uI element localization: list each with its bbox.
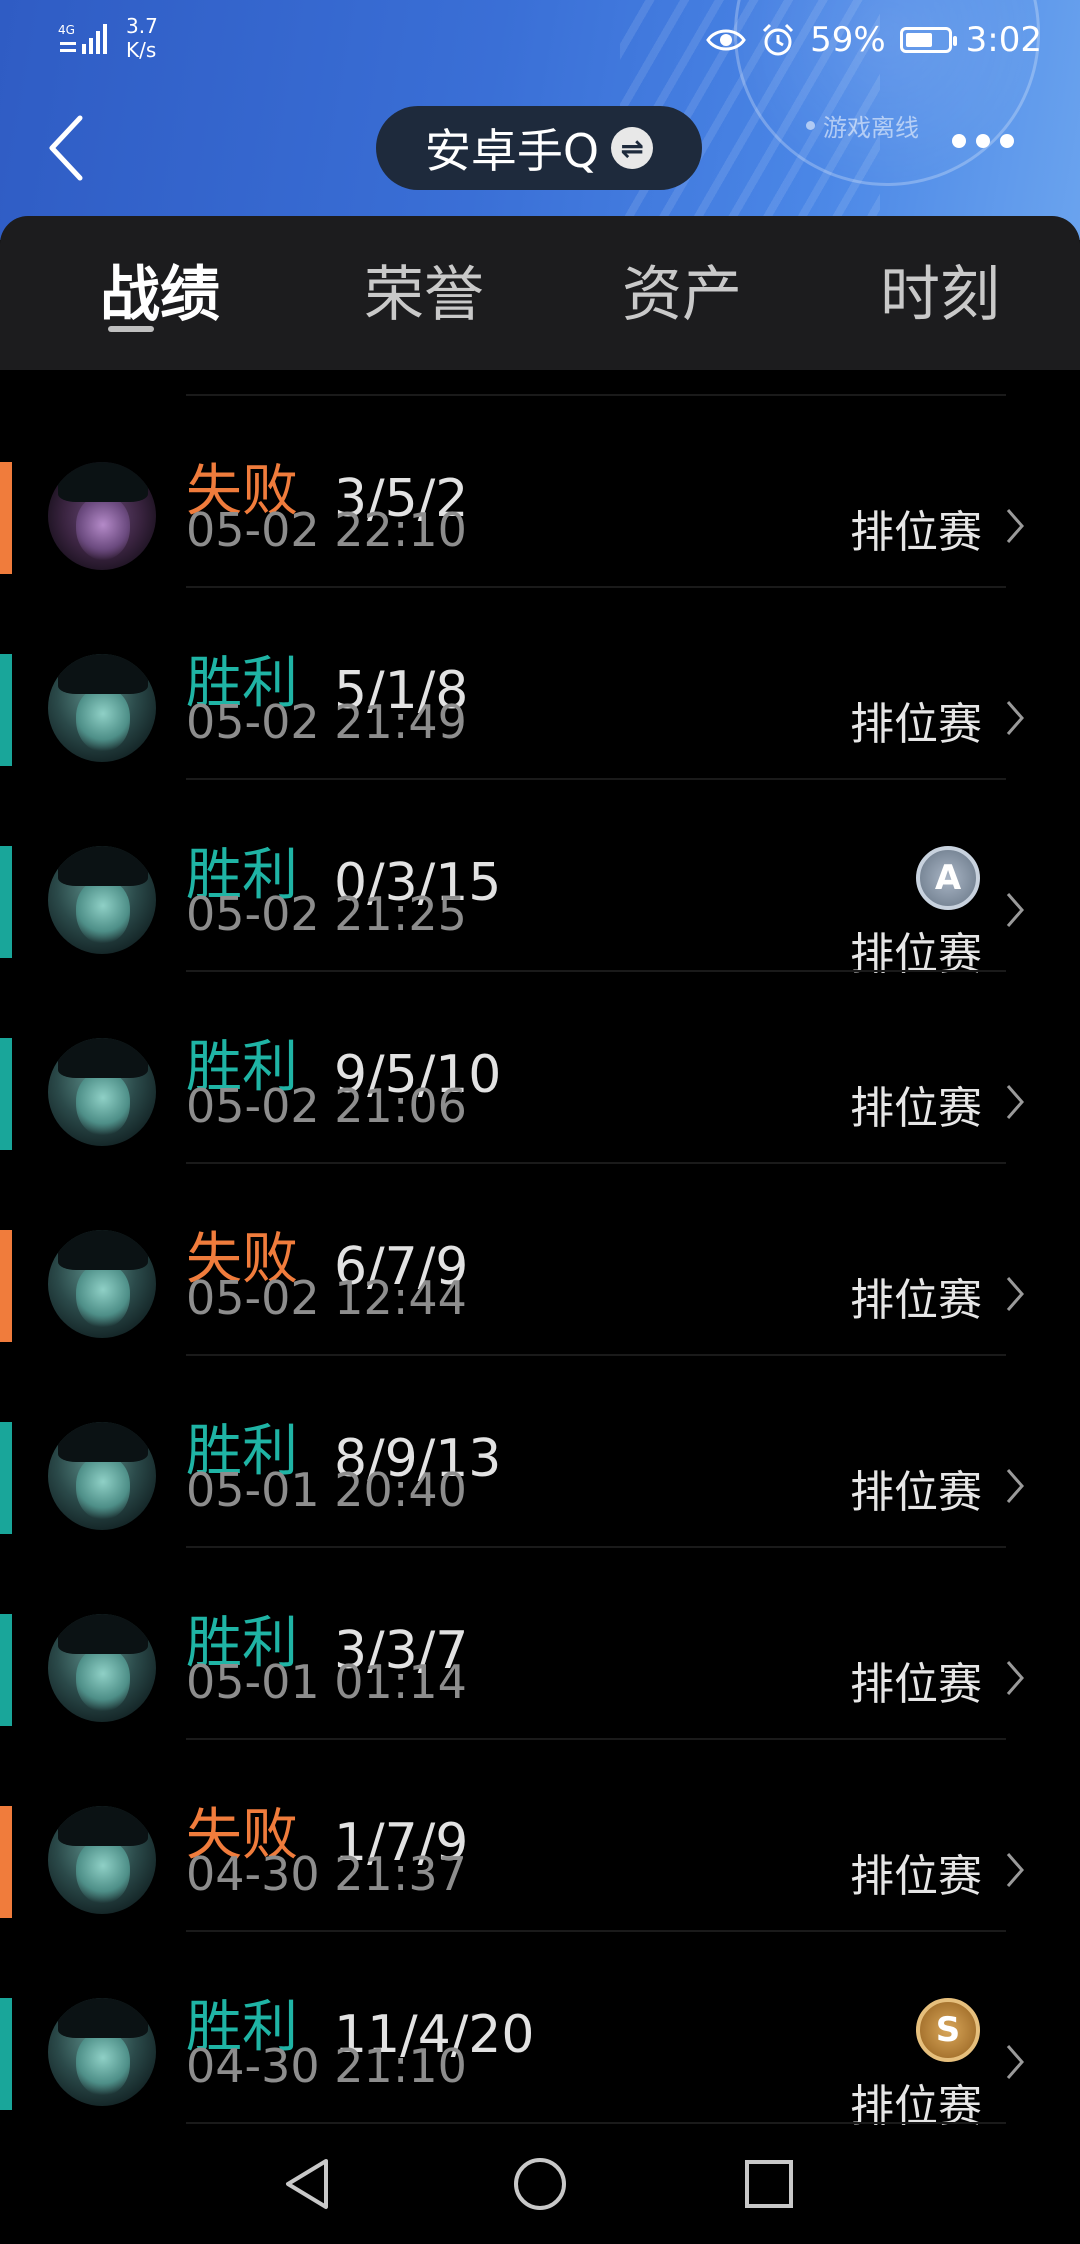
- hero-avatar: [48, 846, 156, 954]
- chevron-right-icon: [1006, 2045, 1024, 2079]
- nav-back-icon[interactable]: [274, 2149, 344, 2219]
- nav-home-icon[interactable]: [505, 2149, 575, 2219]
- hero-avatar: [48, 462, 156, 570]
- grade-badge-icon: A: [916, 846, 980, 910]
- result-bar: [0, 1614, 12, 1726]
- tab-record[interactable]: 战绩: [100, 246, 220, 333]
- match-mode: 排位赛: [850, 1851, 982, 1902]
- nav-recents-icon[interactable]: [734, 2149, 804, 2219]
- account-switcher[interactable]: 安卓手Q ⇌: [376, 106, 702, 190]
- status-dot: [806, 121, 815, 130]
- clock: 3:02: [965, 20, 1042, 60]
- result-bar: [0, 1230, 12, 1342]
- match-row[interactable]: 胜利 9/5/10 05-02 21:06 排位赛: [0, 972, 1080, 1164]
- chevron-right-icon: [1006, 893, 1024, 927]
- match-list: 失败 3/5/2 05-02 22:10 排位赛 胜利 5/1/8 05-02 …: [0, 370, 1080, 2125]
- more-icon[interactable]: [952, 134, 1014, 148]
- result-bar: [0, 462, 12, 574]
- result-bar: [0, 654, 12, 766]
- result-bar: [0, 1422, 12, 1534]
- hero-avatar: [48, 654, 156, 762]
- match-row[interactable]: 失败 6/7/9 05-02 12:44 排位赛: [0, 1164, 1080, 1356]
- hero-avatar: [48, 1614, 156, 1722]
- system-nav-bar: [0, 2125, 1080, 2244]
- eye-icon: [706, 29, 746, 51]
- account-name: 安卓手Q: [424, 124, 600, 178]
- match-row[interactable]: 胜利 8/9/13 05-01 20:40 排位赛: [0, 1356, 1080, 1548]
- tab-indicator: [108, 326, 154, 332]
- match-time: 04-30 21:37: [186, 1847, 467, 1901]
- match-time: 05-01 01:14: [186, 1655, 467, 1709]
- match-row[interactable]: 胜利 11/4/20 04-30 21:10 S 排位赛: [0, 1932, 1080, 2125]
- hero-avatar: [48, 1422, 156, 1530]
- match-mode: 排位赛: [850, 1275, 982, 1326]
- chevron-right-icon: [1006, 1277, 1024, 1311]
- match-time: 05-02 22:10: [186, 503, 467, 557]
- network-speed: 3.7 K/s: [126, 14, 158, 62]
- match-row[interactable]: 失败 1/7/9 04-30 21:37 排位赛: [0, 1740, 1080, 1932]
- result-bar: [0, 1038, 12, 1150]
- tab-moments[interactable]: 时刻: [880, 246, 1000, 333]
- tab-honor[interactable]: 荣誉: [364, 246, 484, 333]
- match-time: 05-01 20:40: [186, 1463, 467, 1517]
- signal-icon: 4G: [58, 23, 107, 54]
- back-icon[interactable]: [40, 110, 96, 186]
- match-mode: 排位赛: [850, 699, 982, 750]
- chevron-right-icon: [1006, 509, 1024, 543]
- match-time: 05-02 12:44: [186, 1271, 467, 1325]
- chevron-right-icon: [1006, 1469, 1024, 1503]
- header: 4G 3.7 K/s 59% 3:02 安卓手Q ⇌ 游戏离线: [0, 0, 1080, 240]
- match-mode: 排位赛: [850, 1659, 982, 1710]
- status-bar: 4G 3.7 K/s 59% 3:02: [0, 0, 1080, 80]
- game-status-text: 游戏离线: [823, 114, 919, 142]
- status-right: 59% 3:02: [706, 18, 1042, 62]
- match-row[interactable]: 胜利 3/3/7 05-01 01:14 排位赛: [0, 1548, 1080, 1740]
- chevron-right-icon: [1006, 701, 1024, 735]
- match-time: 05-02 21:25: [186, 887, 467, 941]
- match-row[interactable]: 胜利 5/1/8 05-02 21:49 排位赛: [0, 588, 1080, 780]
- match-time: 04-30 21:10: [186, 2039, 467, 2093]
- match-time: 05-02 21:06: [186, 1079, 467, 1133]
- divider: [186, 2122, 1006, 2124]
- hero-avatar: [48, 1998, 156, 2106]
- result-bar: [0, 846, 12, 958]
- match-mode: 排位赛: [850, 2081, 982, 2125]
- match-row[interactable]: 失败 3/5/2 05-02 22:10 排位赛: [0, 396, 1080, 588]
- swap-icon: ⇌: [611, 127, 654, 169]
- result-bar: [0, 1998, 12, 2110]
- chevron-right-icon: [1006, 1085, 1024, 1119]
- grade-badge-icon: S: [916, 1998, 980, 2062]
- match-mode: 排位赛: [850, 507, 982, 558]
- svg-text:4G: 4G: [58, 23, 75, 37]
- hero-avatar: [48, 1806, 156, 1914]
- chevron-right-icon: [1006, 1661, 1024, 1695]
- hero-avatar: [48, 1230, 156, 1338]
- hero-avatar: [48, 1038, 156, 1146]
- alarm-icon: [763, 23, 794, 56]
- match-time: 05-02 21:49: [186, 695, 467, 749]
- result-bar: [0, 1806, 12, 1918]
- tab-bar: 战绩 荣誉 资产 时刻: [0, 216, 1080, 370]
- match-mode: 排位赛: [850, 1083, 982, 1134]
- match-mode: 排位赛: [850, 1467, 982, 1518]
- game-status: 游戏离线: [806, 108, 919, 143]
- chevron-right-icon: [1006, 1853, 1024, 1887]
- match-row[interactable]: 胜利 0/3/15 05-02 21:25 A 排位赛: [0, 780, 1080, 980]
- tab-assets[interactable]: 资产: [622, 246, 742, 333]
- battery-percent: 59%: [810, 20, 886, 60]
- battery-icon: [899, 27, 957, 53]
